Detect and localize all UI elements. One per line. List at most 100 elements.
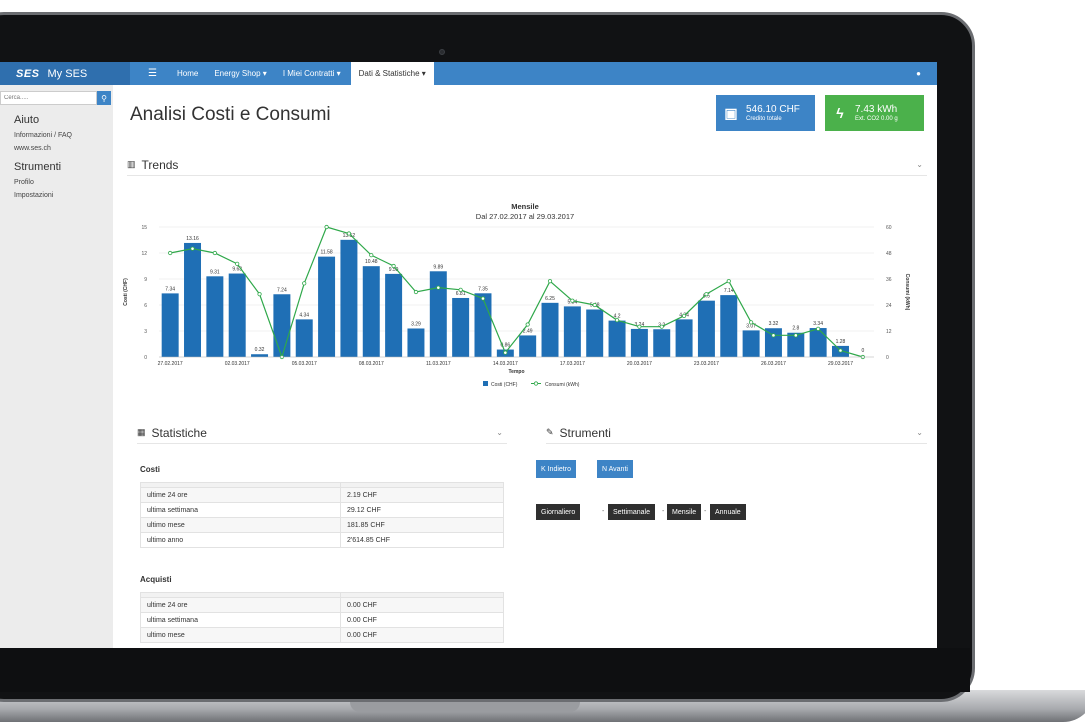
bar-data-label: 3.32 [769, 321, 779, 327]
costi-title: Costi [140, 465, 160, 474]
table-row: ultima settimana 29.12 CHF [140, 502, 504, 518]
acquisti-title: Acquisti [140, 575, 172, 584]
camera-icon [439, 49, 445, 55]
period-daily-button[interactable]: Giornaliero [536, 504, 581, 520]
sidebar-link-website[interactable]: www.ses.ch [0, 145, 113, 152]
chart-point [771, 333, 776, 338]
period-monthly-button[interactable]: Mensile [667, 504, 702, 520]
chart-bar [228, 273, 246, 357]
statistiche-header[interactable]: ▦ Statistiche ⌄ [137, 422, 507, 444]
strumenti-header[interactable]: ✎ Strumenti ⌄ [546, 422, 927, 444]
x-tick-label: 14.03.2017 [493, 361, 518, 367]
row-value: 181.85 CHF [340, 517, 504, 533]
forward-button[interactable]: N Avanti [597, 460, 633, 478]
nav-contracts[interactable]: I Miei Contratti ▾ [275, 62, 349, 85]
chevron-down-icon[interactable]: ⌄ [496, 428, 503, 437]
row-label: ultimo mese [140, 627, 341, 643]
nav-energy-shop[interactable]: Energy Shop ▾ [206, 62, 275, 85]
nav-home[interactable]: Home [169, 62, 206, 85]
user-icon[interactable]: ● [916, 69, 921, 78]
y-tick-label: 0 [144, 355, 147, 361]
chevron-down-icon[interactable]: ⌄ [916, 160, 923, 169]
chart-point [503, 350, 508, 355]
y2-tick-label: 48 [886, 251, 892, 257]
bar-data-label: 10.48 [365, 259, 378, 265]
search-input[interactable] [0, 91, 97, 105]
energy-card[interactable]: ϟ 7.43 kWh Ext. CO2 0.00 g [825, 95, 924, 131]
period-yearly-button[interactable]: Annuale [710, 504, 746, 520]
row-value: 0.00 CHF [340, 627, 504, 643]
bar-data-label: 7.35 [478, 286, 488, 292]
bar-data-label: 3.34 [813, 321, 823, 327]
y-tick-label: 3 [144, 329, 147, 335]
chart-bar [697, 300, 715, 357]
sidebar-section-strumenti: Strumenti [14, 161, 62, 173]
chart-bar [519, 335, 537, 357]
x-tick-label: 02.03.2017 [225, 361, 250, 367]
chart-point [659, 324, 664, 329]
x-tick-label: 27.02.2017 [158, 361, 183, 367]
sidebar-link-faq[interactable]: Informazioni / FAQ [0, 132, 113, 139]
search-icon[interactable]: ⚲ [97, 91, 111, 105]
back-button[interactable]: K Indietro [536, 460, 576, 478]
chart-bar [295, 319, 313, 357]
y2-axis-label: Consumi (kWh) [904, 274, 910, 311]
bar-data-label: 0.32 [255, 347, 265, 353]
separator: - [662, 508, 665, 515]
chart-point [346, 231, 352, 236]
bezel-bottom [0, 648, 970, 692]
chart-bar [161, 293, 179, 357]
x-tick-label: 11.03.2017 [426, 361, 451, 367]
chart-point [413, 289, 419, 295]
period-weekly-button[interactable]: Settimanale [608, 504, 655, 520]
sidebar: ⚲ Aiuto Informazioni / FAQ www.ses.ch St… [0, 85, 113, 648]
bar-data-label: 2.8 [792, 326, 799, 332]
chart-bar [340, 239, 358, 357]
row-label: ultima settimana [140, 502, 341, 518]
row-label: ultime 24 ore [140, 597, 341, 613]
y-tick-label: 15 [141, 225, 147, 231]
credit-label: Credito totale [746, 116, 782, 122]
chart-bar [251, 354, 269, 357]
bar-data-label: 9.89 [433, 264, 443, 270]
table-row: ultime 24 ore 0.00 CHF [140, 597, 504, 613]
x-axis-label: Tempo [508, 369, 524, 375]
trends-header[interactable]: ▥ Trends ⌄ [127, 154, 927, 176]
strumenti-title: Strumenti [559, 425, 611, 440]
chart-point [570, 298, 575, 303]
legend-label: Costi (CHF) [491, 382, 518, 388]
credit-value: 546.10 CHF [746, 104, 800, 115]
chart-bar [407, 328, 425, 357]
chart-svg: MensileDal 27.02.2017 al 29.03.2017 0 0 3 12… [123, 202, 910, 388]
bar-data-label: 3.29 [411, 321, 421, 327]
chart-bar [318, 256, 336, 357]
chart-point [302, 281, 307, 286]
y2-tick-label: 36 [886, 277, 892, 283]
sidebar-section-aiuto: Aiuto [14, 114, 40, 126]
legend-point-swatch [533, 381, 539, 386]
table-row: ultimo mese 0.00 CHF [140, 627, 504, 643]
chart-point [592, 302, 597, 308]
chart-point [212, 250, 217, 256]
chart-point [838, 348, 843, 353]
sidebar-link-profilo[interactable]: Profilo [0, 179, 113, 186]
sidebar-link-impostazioni[interactable]: Impostazioni [0, 192, 113, 199]
top-navbar: SES My SES ☰ Home Energy Shop ▾ I Miei C… [0, 62, 937, 85]
chart-bar [809, 328, 827, 357]
chart-bar [474, 293, 492, 357]
chart-point [793, 333, 798, 338]
page-title: Analisi Costi e Consumi [130, 104, 331, 125]
credit-card[interactable]: ▣ 546.10 CHF Credito totale [716, 95, 815, 131]
costi-table: ultime 24 ore 2.19 CHF ultima settimana 29… [140, 482, 504, 548]
x-tick-label: 05.03.2017 [292, 361, 317, 367]
row-value: 0.00 CHF [340, 597, 504, 613]
chart-point [391, 263, 396, 269]
nav-data-statistics[interactable]: Dati & Statistiche ▾ [350, 62, 434, 85]
row-value: 29.12 CHF [340, 502, 504, 518]
bar-chart-icon: ▥ [127, 159, 136, 169]
brand[interactable]: SES My SES [0, 62, 130, 85]
chevron-down-icon[interactable]: ⌄ [916, 428, 923, 437]
laptop-hinge [350, 702, 580, 712]
app-screen: SES My SES ☰ Home Energy Shop ▾ I Miei C… [0, 62, 937, 648]
hamburger-menu-icon[interactable]: ☰ [148, 68, 157, 79]
